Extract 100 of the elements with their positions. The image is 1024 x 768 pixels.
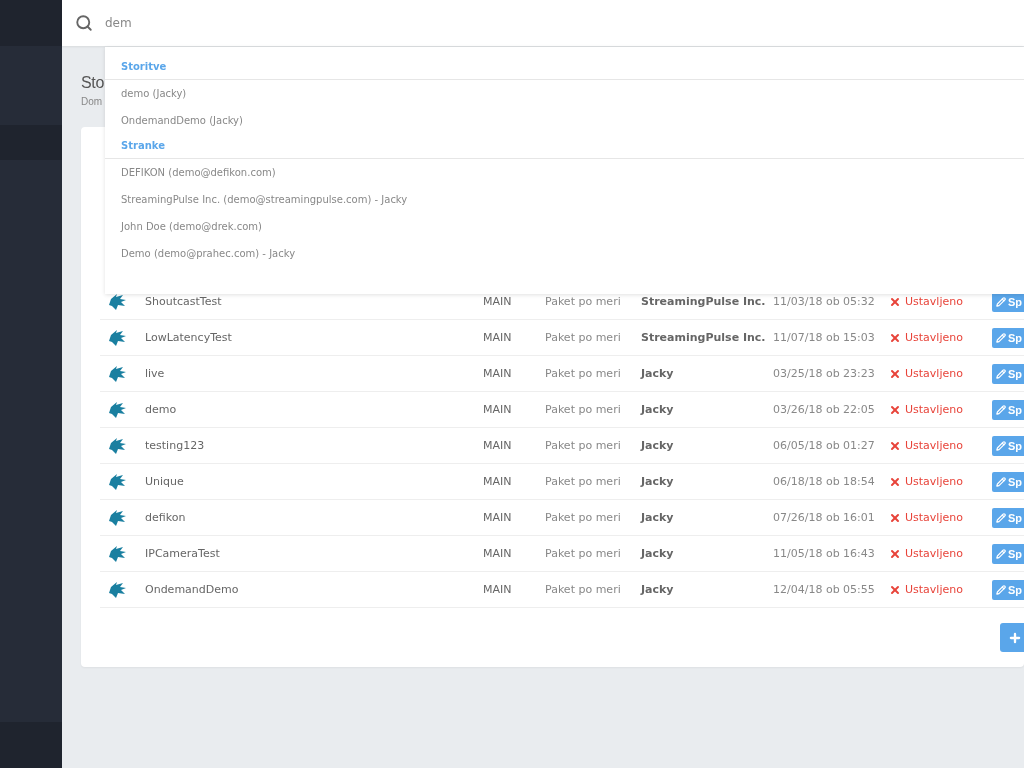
server-cell-text: MAIN [483, 403, 513, 416]
group-heading: Storitve [105, 55, 1024, 80]
pencil-icon [996, 296, 1006, 307]
edit-button[interactable]: Sp [992, 399, 1024, 420]
plan-cell-text: Paket po meri [545, 547, 622, 560]
plan-cell-text: Paket po meri [545, 475, 622, 488]
stream-name: demo [145, 403, 178, 416]
stream-name: Unique [145, 475, 185, 488]
date-cell-text: 11/07/18 ob 15:03 [773, 331, 876, 344]
wing-icon [108, 472, 127, 491]
page-title: Sto [81, 73, 105, 93]
plan-cell-text: Paket po meri [545, 367, 622, 380]
search-icon[interactable] [75, 14, 93, 32]
cross-icon [889, 511, 901, 524]
edit-button[interactable]: Sp [992, 579, 1024, 600]
wing-icon [108, 436, 127, 455]
cross-icon [889, 403, 901, 416]
owner-cell-text: Jacky [641, 547, 675, 560]
page-subtitle: Dom [81, 96, 103, 107]
edit-button[interactable]: Sp [992, 471, 1024, 492]
server-cell-text: MAIN [483, 511, 513, 524]
owner-cell-text: StreamingPulse Inc. [641, 295, 767, 308]
owner-cell-text: Jacky [641, 475, 675, 488]
plan-cell-text: Paket po meri [545, 583, 622, 596]
wing-icon [108, 292, 127, 311]
server-cell-text: MAIN [483, 367, 513, 380]
suggestion-item[interactable]: DEFIKON (demo@defikon.com) [105, 159, 1024, 186]
search-field[interactable]: dem [103, 15, 507, 31]
owner-cell-text: Jacky [641, 439, 675, 452]
cross-icon [889, 439, 901, 452]
edit-button[interactable]: Sp [992, 543, 1024, 564]
pencil-icon [996, 332, 1006, 343]
date-cell-text: 12/04/18 ob 05:55 [773, 583, 876, 596]
date-cell-text: 11/05/18 ob 16:43 [773, 547, 876, 560]
stream-name: OndemandDemo [145, 583, 240, 596]
pencil-icon [996, 368, 1006, 379]
pencil-icon [996, 476, 1006, 487]
stream-name: defikon [145, 511, 187, 524]
plan-cell-text: Paket po meri [545, 403, 622, 416]
status-label: Ustavljeno [905, 547, 963, 560]
pencil-icon [996, 440, 1006, 451]
edit-button[interactable]: Sp [992, 435, 1024, 456]
owner-cell-text: Jacky [641, 511, 675, 524]
date-cell-text: 03/26/18 ob 22:05 [773, 403, 876, 416]
date-cell-text: 03/25/18 ob 23:23 [773, 367, 876, 380]
wing-icon [108, 508, 127, 527]
status-label: Ustavljeno [905, 475, 963, 488]
suggestion-item[interactable]: StreamingPulse Inc. (demo@streamingpulse.com) - Jacky [105, 186, 1024, 213]
cross-icon [889, 583, 901, 596]
status-label: Ustavljeno [905, 331, 963, 344]
cross-icon [889, 295, 901, 308]
server-cell-text: MAIN [483, 439, 513, 452]
server-cell-text: MAIN [483, 331, 513, 344]
server-cell-text: MAIN [483, 547, 513, 560]
pencil-icon [996, 404, 1006, 415]
date-cell-text: 06/18/18 ob 18:54 [773, 475, 876, 488]
add-button[interactable] [1000, 623, 1024, 652]
status-label: Ustavljeno [905, 403, 963, 416]
wing-icon [108, 544, 127, 563]
owner-cell-text: Jacky [641, 403, 675, 416]
edit-button[interactable]: Sp [992, 507, 1024, 528]
cross-icon [889, 547, 901, 560]
stream-name: live [145, 367, 166, 380]
stream-name: IPCameraTest [145, 547, 221, 560]
cross-icon [889, 331, 901, 344]
wing-icon [108, 328, 127, 347]
edit-button[interactable]: Sp [992, 363, 1024, 384]
suggestion-item[interactable]: John Doe (demo@drek.com) [105, 213, 1024, 240]
owner-cell-text: StreamingPulse Inc. [641, 331, 767, 344]
edit-button[interactable]: Sp [992, 327, 1024, 348]
status-label: Ustavljeno [905, 583, 963, 596]
suggestion-item[interactable]: demo (Jacky) [105, 80, 1024, 107]
server-cell-text: MAIN [483, 475, 513, 488]
pencil-icon [996, 584, 1006, 595]
pencil-icon [996, 512, 1006, 523]
stream-name: ShoutcastTest [145, 295, 223, 308]
pencil-icon [996, 548, 1006, 559]
owner-cell-text: Jacky [641, 583, 675, 596]
owner-cell-text: Jacky [641, 367, 675, 380]
stream-name: LowLatencyTest [145, 331, 233, 344]
status-label: Ustavljeno [905, 439, 963, 452]
plan-cell-text: Paket po meri [545, 439, 622, 452]
group-heading: Stranke [105, 134, 1024, 159]
wing-icon [108, 580, 127, 599]
plan-cell-text: Paket po meri [545, 331, 622, 344]
status-label: Ustavljeno [905, 295, 963, 308]
status-label: Ustavljeno [905, 367, 963, 380]
wing-icon [108, 400, 127, 419]
plus-icon [1008, 630, 1022, 645]
cross-icon [889, 475, 901, 488]
plan-cell-text: Paket po meri [545, 511, 622, 524]
server-cell-text: MAIN [483, 583, 513, 596]
date-cell-text: 06/05/18 ob 01:27 [773, 439, 876, 452]
cross-icon [889, 367, 901, 380]
suggestion-item[interactable]: Demo (demo@prahec.com) - Jacky [105, 240, 1024, 267]
suggestion-item[interactable]: OndemandDemo (Jacky) [105, 107, 1024, 134]
wing-icon [108, 364, 127, 383]
plan-cell-text: Paket po meri [545, 295, 622, 308]
date-cell-text: 07/26/18 ob 16:01 [773, 511, 876, 524]
stream-name: testing123 [145, 439, 206, 452]
